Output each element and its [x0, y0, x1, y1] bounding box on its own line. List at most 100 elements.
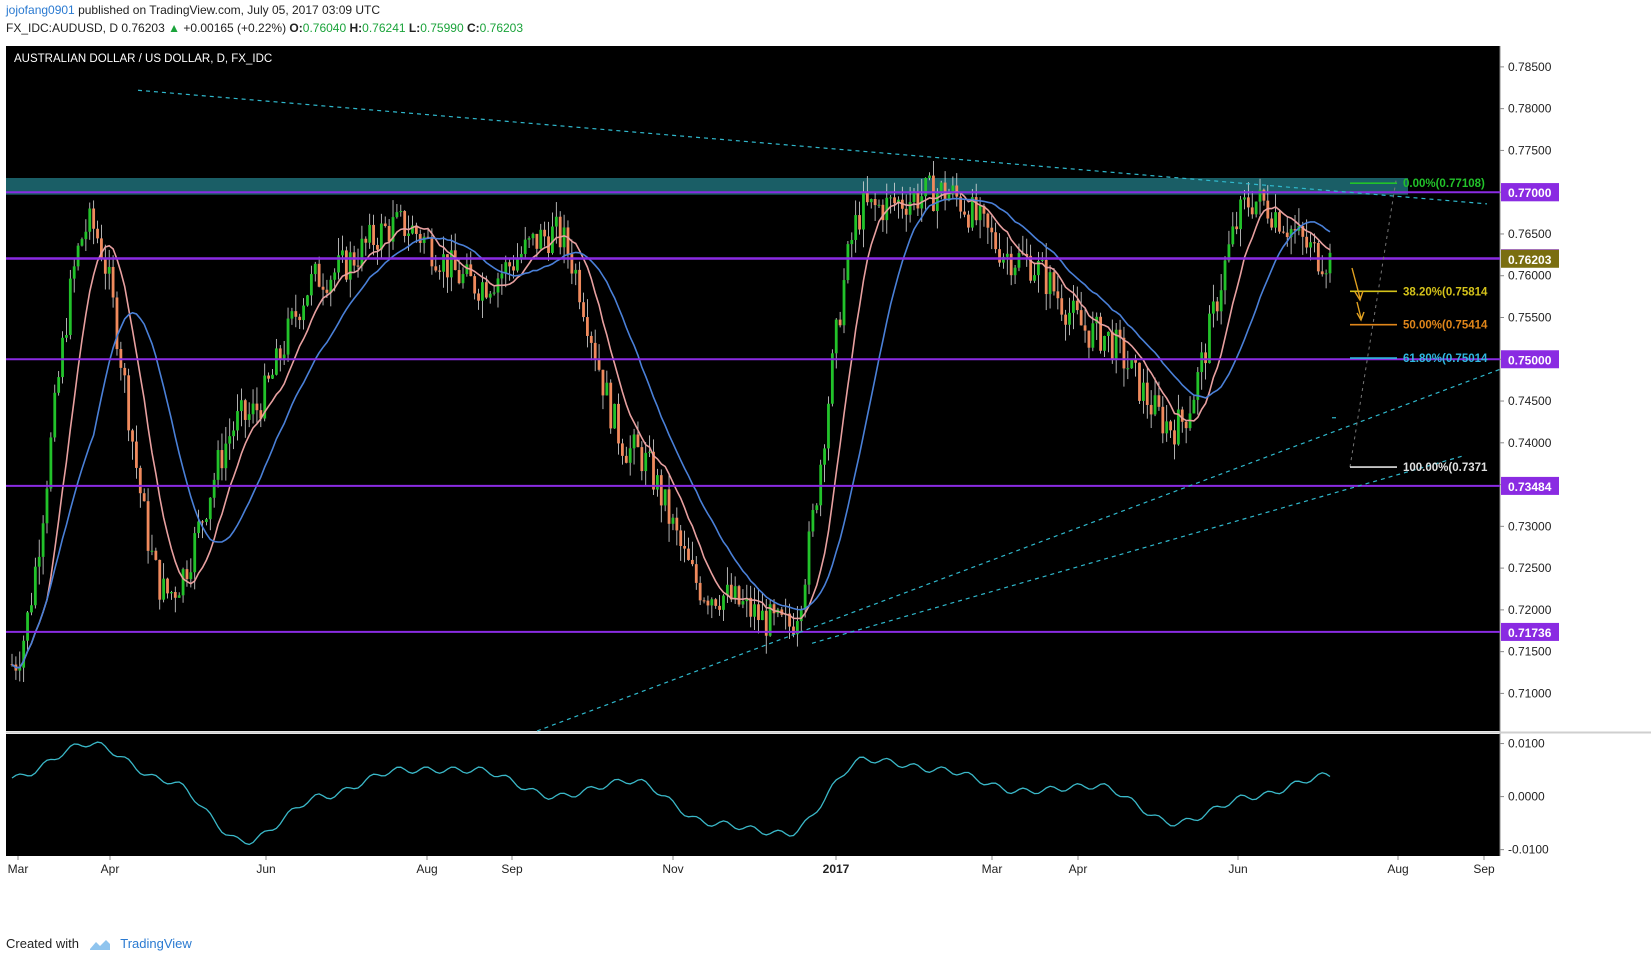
- candle-body: [963, 211, 966, 215]
- candle-body: [1239, 199, 1242, 230]
- y-tick-label: 0.71500: [1508, 645, 1552, 659]
- chart-area[interactable]: 0.00%(0.77108) 38.20%(0.75814 50.00%(0.754…: [0, 40, 1651, 930]
- close-label: C:: [466, 21, 480, 35]
- candle-body: [395, 212, 399, 218]
- candle-body: [850, 239, 854, 245]
- candle-body: [624, 455, 628, 463]
- candle-body: [372, 224, 375, 245]
- candle-body: [1281, 231, 1285, 233]
- candle-body: [379, 223, 383, 250]
- author-link[interactable]: jojofang0901: [6, 3, 75, 17]
- candle-body: [904, 208, 908, 215]
- candle-body: [663, 489, 667, 506]
- candle-body: [597, 359, 601, 370]
- candle-body: [135, 441, 138, 468]
- candle-body: [566, 227, 570, 255]
- open-label: O:: [289, 21, 303, 35]
- candle-body: [189, 572, 193, 580]
- candle-body: [290, 311, 294, 319]
- candle-body: [92, 208, 96, 229]
- candle-body: [994, 232, 998, 250]
- candle-body: [706, 600, 710, 606]
- candle-body: [799, 609, 803, 622]
- candle-body: [862, 193, 865, 230]
- candle-body: [593, 342, 597, 360]
- candle-body: [348, 252, 352, 280]
- candle-body: [170, 592, 173, 594]
- candle-body: [1087, 330, 1091, 348]
- candle-body: [49, 437, 53, 489]
- candle-body: [193, 533, 197, 573]
- candle-body: [842, 280, 846, 326]
- candle-body: [76, 245, 80, 267]
- candle-body: [558, 216, 562, 248]
- candle-body: [1040, 259, 1044, 261]
- candle-body: [294, 311, 298, 317]
- candle-body: [1068, 312, 1071, 325]
- candle-body: [477, 293, 480, 301]
- y-tick-label: 0.74500: [1508, 394, 1552, 408]
- candle-body: [694, 564, 698, 583]
- candle-body: [1180, 409, 1184, 422]
- candle-body: [698, 582, 702, 601]
- candle-body: [138, 467, 142, 494]
- candle-body: [1219, 290, 1223, 312]
- candle-body: [916, 192, 920, 209]
- candle-body: [605, 382, 609, 396]
- candle-body: [204, 519, 208, 522]
- y-tick-label: 0.76500: [1508, 227, 1552, 241]
- candle-body: [1060, 298, 1064, 315]
- candle-body: [1313, 242, 1316, 244]
- candle-body: [1005, 253, 1009, 257]
- candle-body: [986, 213, 990, 228]
- candle-body: [154, 550, 158, 560]
- candle-body: [484, 282, 488, 298]
- osc-y-tick-label: 0.0100: [1508, 737, 1545, 751]
- candle-body: [834, 319, 838, 354]
- candle-body: [710, 599, 714, 606]
- candle-body: [84, 231, 88, 240]
- candle-body: [632, 434, 636, 449]
- candle-body: [1079, 310, 1083, 326]
- tradingview-link[interactable]: TradingView: [120, 936, 192, 951]
- candle-body: [220, 450, 224, 469]
- candle-body: [815, 505, 819, 511]
- candle-body: [224, 443, 228, 469]
- candle-body: [1215, 301, 1219, 312]
- fib-label: 100.00%(0.7371: [1403, 462, 1488, 474]
- candle-body: [846, 244, 850, 281]
- candle-body: [967, 214, 970, 228]
- candle-body: [457, 270, 461, 284]
- candle-body: [838, 319, 842, 326]
- candle-body: [978, 205, 982, 221]
- candle-body: [96, 228, 99, 239]
- y-tick-label: 0.76000: [1508, 269, 1552, 283]
- high-value: 0.76241: [362, 21, 406, 35]
- y-tick-label: 0.78000: [1508, 102, 1552, 116]
- candle-body: [399, 211, 403, 213]
- candle-body: [1254, 201, 1258, 215]
- candle-body: [644, 452, 648, 472]
- candle-body: [893, 197, 896, 204]
- candle-body: [640, 447, 644, 472]
- candle-body: [772, 604, 776, 614]
- candle-body: [854, 215, 858, 240]
- candle-body: [675, 517, 679, 531]
- low-value: 0.75990: [420, 21, 464, 35]
- candle-body: [1106, 331, 1110, 336]
- candle-body: [166, 578, 169, 594]
- candle-body: [107, 266, 111, 274]
- candle-body: [162, 578, 166, 600]
- candle-body: [1064, 314, 1068, 325]
- candle-body: [103, 258, 107, 274]
- candle-body: [243, 400, 247, 420]
- candle-body: [1278, 212, 1281, 232]
- candle-body: [504, 262, 508, 274]
- candle-body: [430, 237, 434, 267]
- candle-body: [197, 521, 201, 534]
- y-tick-label: 0.73000: [1508, 519, 1552, 533]
- candle-body: [865, 193, 869, 203]
- candle-body: [1044, 259, 1048, 295]
- candle-body: [438, 270, 442, 272]
- candle-body: [998, 249, 1001, 263]
